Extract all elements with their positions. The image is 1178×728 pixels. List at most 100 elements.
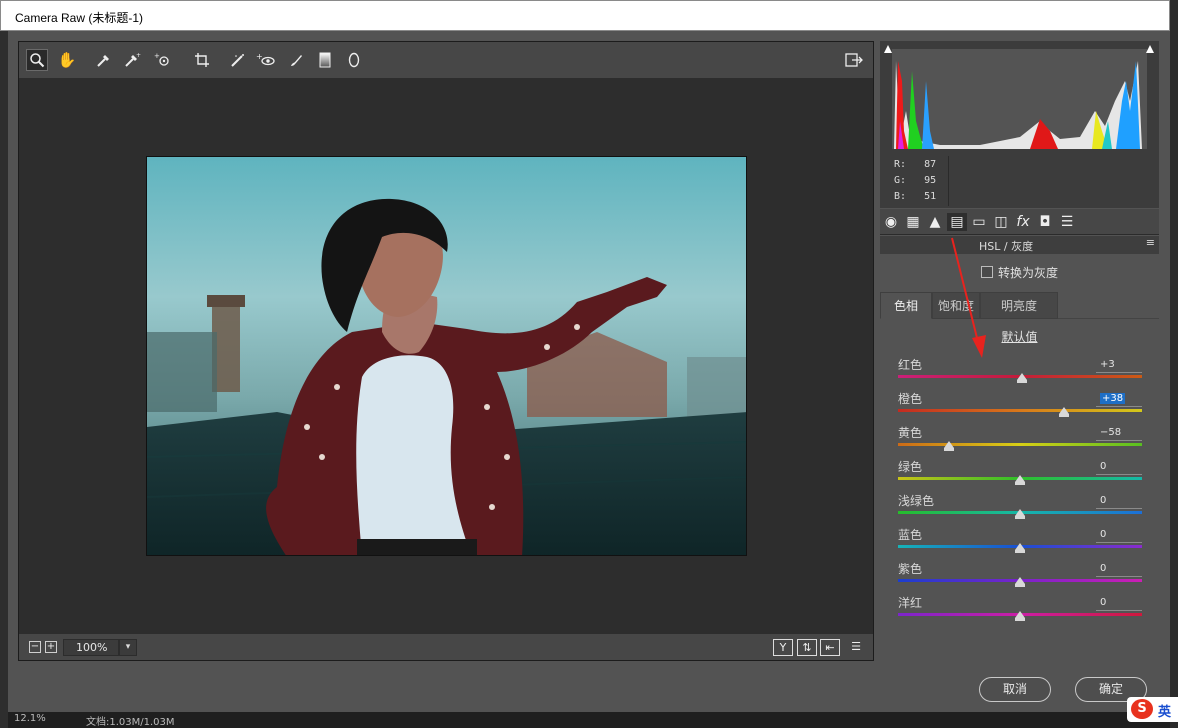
- b-label: B:: [894, 191, 907, 202]
- panel-tabs: ◉ ▦ ▲ ▤ ▭ ◫ fx ◘ ☰: [880, 209, 1159, 235]
- color-sampler-icon[interactable]: +: [122, 49, 144, 71]
- default-link[interactable]: 默认值: [880, 328, 1159, 345]
- tab-luminance[interactable]: 明亮度: [980, 292, 1058, 319]
- slider-thumb[interactable]: [1015, 577, 1025, 587]
- zoom-icon[interactable]: [26, 49, 48, 71]
- copy-settings-icon[interactable]: ⇤: [820, 639, 840, 656]
- tone-curve-icon[interactable]: ▦: [903, 213, 923, 231]
- slider-row: 洋红 0: [898, 594, 1142, 628]
- slider-label: 浅绿色: [898, 494, 935, 508]
- grayscale-checkbox[interactable]: [981, 266, 993, 278]
- left-edge: [0, 31, 8, 728]
- slider-label: 绿色: [898, 460, 923, 474]
- rgb-readout: R: 87 G: 95 B: 51: [880, 153, 1159, 208]
- slider-row: 绿色 0: [898, 458, 1142, 492]
- slider-row: 橙色 +38: [898, 390, 1142, 424]
- targeted-adjust-icon[interactable]: +: [152, 49, 174, 71]
- slider-value: 0: [1100, 563, 1107, 574]
- r-label: R:: [894, 159, 907, 170]
- slider-thumb[interactable]: [1015, 509, 1025, 519]
- slider-label: 紫色: [898, 562, 923, 576]
- svg-text:+: +: [154, 52, 160, 60]
- svg-text:+: +: [136, 52, 141, 59]
- slider-value-field[interactable]: 0: [1096, 526, 1142, 543]
- before-after-y-icon[interactable]: Y: [773, 639, 793, 656]
- slider-value: 0: [1100, 461, 1107, 472]
- window-titlebar: Camera Raw (未标题-1): [0, 0, 1170, 31]
- presets-icon[interactable]: ☰: [1057, 213, 1077, 231]
- window-title: Camera Raw (未标题-1): [15, 11, 144, 25]
- radial-filter-icon[interactable]: [343, 49, 365, 71]
- slider-thumb[interactable]: [1017, 373, 1028, 383]
- slider-thumb[interactable]: [944, 441, 955, 451]
- slider-value-field[interactable]: +38: [1096, 390, 1142, 407]
- slider-label: 洋红: [898, 596, 923, 610]
- detail-icon[interactable]: ▲: [925, 213, 945, 231]
- camera-calibration-icon[interactable]: ◘: [1035, 213, 1055, 231]
- slider-value-field[interactable]: 0: [1096, 458, 1142, 475]
- adjustment-brush-icon[interactable]: [285, 49, 307, 71]
- lens-corrections-icon[interactable]: ◫: [991, 213, 1011, 231]
- slider-label: 红色: [898, 358, 923, 372]
- histogram: [880, 41, 1159, 153]
- hsl-subtabs: 色相 饱和度 明亮度: [880, 292, 1159, 319]
- slider-value-field[interactable]: −58: [1096, 424, 1142, 441]
- ime-mode-label: 英: [1158, 705, 1172, 720]
- hsl-panel: 转换为灰度 色相 饱和度 明亮度 默认值 红色 +3 橙色 +38 黄色 −58 绿色 0 浅绿…: [880, 254, 1159, 660]
- crop-icon[interactable]: [191, 49, 213, 71]
- slider-value: +38: [1100, 393, 1126, 404]
- doc-zoom: 12.1%: [14, 713, 46, 724]
- hsl-panel-icon[interactable]: ▤: [947, 213, 967, 231]
- preview-settings-icon[interactable]: ☰: [846, 639, 866, 656]
- red-eye-icon[interactable]: +: [255, 49, 277, 71]
- status-strip: 12.1% 文档:1.03M/1.03M: [8, 712, 1170, 728]
- g-label: G:: [894, 175, 907, 186]
- tab-hue[interactable]: 色相: [880, 292, 932, 319]
- hand-icon[interactable]: ✋: [56, 49, 78, 71]
- cancel-button[interactable]: 取消: [979, 677, 1051, 702]
- r-value: 87: [924, 159, 937, 170]
- slider-thumb[interactable]: [1015, 611, 1025, 621]
- zoom-in-button[interactable]: +: [45, 641, 57, 653]
- open-export-icon[interactable]: [843, 49, 865, 71]
- preview-image: [146, 156, 747, 556]
- swap-before-after-icon[interactable]: ⇅: [797, 639, 817, 656]
- effects-fx-icon[interactable]: fx: [1013, 213, 1033, 231]
- readout-divider: [948, 156, 949, 206]
- slider-value-field[interactable]: 0: [1096, 492, 1142, 509]
- slider-row: 红色 +3: [898, 356, 1142, 390]
- slider-thumb[interactable]: [1058, 407, 1069, 417]
- panel-menu-icon[interactable]: ≡: [1146, 236, 1155, 249]
- preview-area: ✋ + + + − + 100% ▾ Y ⇅ ⇤ ☰: [18, 41, 874, 661]
- basic-panel-icon[interactable]: ◉: [881, 213, 901, 231]
- graduated-filter-icon[interactable]: [314, 49, 336, 71]
- slider-thumb[interactable]: [1015, 475, 1025, 485]
- slider-value-field[interactable]: +3: [1096, 356, 1142, 373]
- slider-track[interactable]: [898, 409, 1142, 412]
- slider-value-field[interactable]: 0: [1096, 594, 1142, 611]
- slider-thumb[interactable]: [1015, 543, 1025, 553]
- slider-value-field[interactable]: 0: [1096, 560, 1142, 577]
- panel-header: HSL / 灰度 ≡: [880, 236, 1159, 254]
- ime-indicator[interactable]: S 英: [1127, 697, 1178, 722]
- zoom-level[interactable]: 100%: [63, 639, 119, 656]
- grayscale-label: 转换为灰度: [998, 266, 1059, 280]
- slider-label: 橙色: [898, 392, 923, 406]
- g-value: 95: [924, 175, 937, 186]
- svg-text:+: +: [256, 52, 263, 61]
- tool-bar: ✋ + + +: [19, 42, 873, 78]
- sogou-logo-icon: S: [1131, 699, 1153, 719]
- right-edge: [1170, 0, 1178, 728]
- slider-row: 蓝色 0: [898, 526, 1142, 560]
- slider-label: 黄色: [898, 426, 923, 440]
- straighten-icon[interactable]: [227, 49, 249, 71]
- slider-track[interactable]: [898, 443, 1142, 446]
- slider-row: 黄色 −58: [898, 424, 1142, 458]
- panel-title: HSL / 灰度: [979, 240, 1034, 253]
- slider-value: 0: [1100, 597, 1107, 608]
- chevron-down-icon[interactable]: ▾: [119, 639, 137, 656]
- white-balance-icon[interactable]: [93, 49, 115, 71]
- split-toning-icon[interactable]: ▭: [969, 213, 989, 231]
- zoom-out-button[interactable]: −: [29, 641, 41, 653]
- tab-saturation[interactable]: 饱和度: [932, 292, 980, 319]
